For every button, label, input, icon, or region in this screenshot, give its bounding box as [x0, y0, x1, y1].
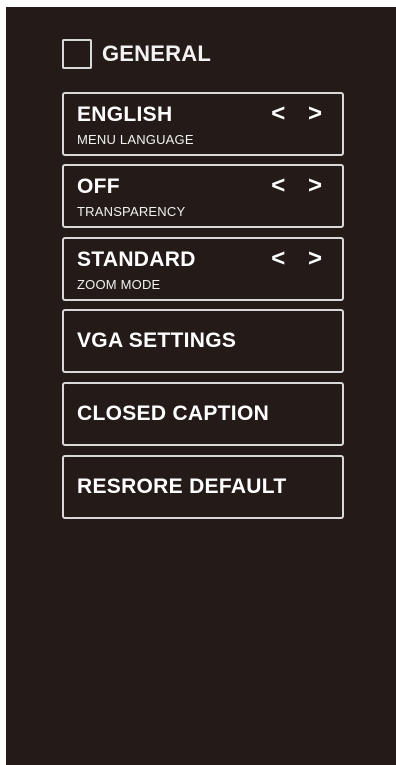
closed-caption-button[interactable]: CLOSED CAPTION [62, 382, 344, 446]
settings-panel: GENERAL ENGLISH MENU LANGUAGE < > OFF TR… [6, 7, 396, 765]
transparency-value: OFF [77, 175, 120, 198]
left-right-arrows-icon[interactable]: < > [271, 245, 330, 273]
restore-default-label: RESRORE DEFAULT [77, 475, 287, 498]
left-right-arrows-icon[interactable]: < > [271, 172, 330, 200]
section-header: GENERAL [62, 37, 211, 71]
left-right-arrows-icon[interactable]: < > [271, 100, 330, 128]
zoom-mode-value: STANDARD [77, 248, 196, 271]
vga-settings-label: VGA SETTINGS [77, 329, 237, 352]
closed-caption-label: CLOSED CAPTION [77, 402, 270, 425]
menu-language-option[interactable]: ENGLISH MENU LANGUAGE < > [62, 92, 344, 156]
transparency-label: TRANSPARENCY [77, 204, 186, 219]
transparency-option[interactable]: OFF TRANSPARENCY < > [62, 164, 344, 228]
menu-language-label: MENU LANGUAGE [77, 132, 194, 147]
general-checkbox-icon[interactable] [62, 39, 92, 69]
restore-default-button[interactable]: RESRORE DEFAULT [62, 455, 344, 519]
menu-language-value: ENGLISH [77, 103, 173, 126]
vga-settings-button[interactable]: VGA SETTINGS [62, 309, 344, 373]
section-title: GENERAL [102, 41, 211, 66]
zoom-mode-option[interactable]: STANDARD ZOOM MODE < > [62, 237, 344, 301]
zoom-mode-label: ZOOM MODE [77, 277, 161, 292]
